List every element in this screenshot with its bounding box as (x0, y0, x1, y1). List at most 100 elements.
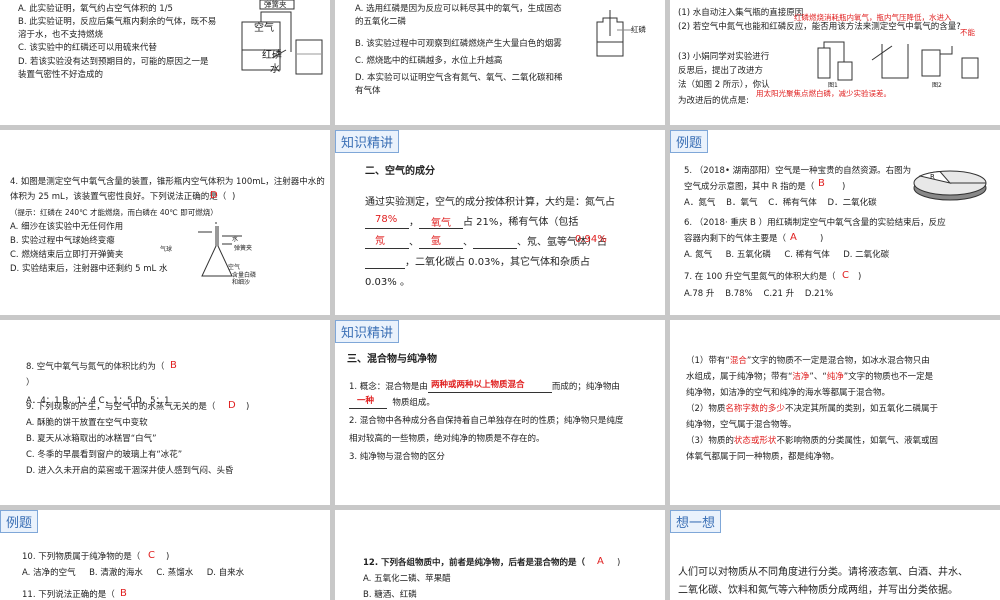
paragraph-line: 、、、氖、氩等气体）占 (365, 236, 607, 249)
slide-11[interactable]: 12. 下列各组物质中，前者是纯净物，后者是混合物的是（ A ) A. 五氧化二… (335, 510, 665, 600)
question-line: 11. 下列说法正确的是（ (22, 590, 115, 600)
paragraph-line: 二氧化碳、饮料和氮气等六种物质分成两组，并写出分类依据。 (678, 585, 958, 596)
fill-answer: 78% (375, 214, 398, 225)
paragraph-line: ，二氧化碳占 0.03%，其它气体和杂质占 (365, 256, 590, 269)
paragraph-line: 水组成，属于纯净物；带有“洁净”、“纯净”文字的物质也不一定是 (686, 372, 934, 382)
section-header: 例题 (670, 130, 709, 153)
answer-letter: D (210, 190, 218, 201)
slide-3[interactable]: (1) 水自动注入集气瓶的直接原因 红磷燃烧消耗瓶内氧气，瓶内气压降低，水进入 … (670, 0, 1000, 125)
question-line: 6. （2018· 重庆 B ）用红磷制定空气中氧气含量的实验结束后，反应 (684, 218, 946, 228)
fill-answer: 两种或两种以上物质混合 (431, 380, 525, 390)
fill-answer: 氩 (431, 236, 441, 247)
answer-letter: D (228, 400, 236, 411)
slide-1[interactable]: A. 此实验证明，氧气约占空气体积的 1/5 B. 此实验证明，反应后集气瓶内剩… (0, 0, 330, 125)
option-text: A. 酥脆的饼干放置在空气中变软 (26, 418, 148, 428)
flask-diagram (182, 222, 272, 284)
paren-close: ) (246, 402, 250, 412)
paren-close: ) (232, 192, 236, 202)
question-line: 12. 下列各组物质中，前者是纯净物，后者是混合物的是（ (363, 558, 586, 568)
option-text: 装置气密性不好造成的 (18, 70, 104, 80)
option-text: D. 若该实验没有达到预期目的，可能的原因之一是 (18, 57, 209, 67)
figure-label: 气球 (160, 246, 173, 253)
paren-close: ） (26, 378, 35, 388)
pie-disc-figure (910, 166, 990, 206)
question-line: 容器内剩下的气体主要是（ (684, 234, 787, 244)
section-header: 知识精讲 (335, 320, 400, 343)
option-row: A. 氮气 B. 五氧化磷 C. 稀有气体 D. 二氧化碳 (684, 250, 890, 260)
answer-letter: C (148, 550, 155, 561)
option-text: C. 该实验中的红磷还可以用硫来代替 (18, 43, 157, 53)
paragraph-line: 2. 混合物中各种成分各自保持着自己单独存在时的性质；纯净物只是纯度 (349, 416, 624, 426)
water-label: 水 (270, 64, 280, 75)
paragraph-line: （2）物质名称字数的多少不决定其所属的类别，如五氧化二磷属于 (686, 404, 938, 414)
option-text: C. 燃烧结束后立即打开弹簧夹 (10, 250, 124, 260)
paragraph-line: ，占 21%，稀有气体（包括 (365, 216, 655, 229)
figure-label: 和细沙 (232, 279, 251, 286)
paren-close: ) (858, 272, 862, 282)
option-text: 有气体 (355, 86, 381, 96)
paragraph-line: 3. 纯净物与混合物的区分 (349, 452, 445, 462)
fill-answer: 氖 (375, 236, 385, 247)
paragraph-line: 相对较高的一些物质，绝对纯净的物质是不存在的。 (349, 434, 545, 444)
slide-12[interactable]: 想一想 人们可以对物质从不同角度进行分类。请将液态氧、白酒、井水、 二氧化碳、饮… (670, 510, 1000, 600)
option-text: A. 选用红磷是因为反应可以耗尽其中的氧气，生成固态 (355, 4, 562, 14)
paragraph-line: 体氧气都属于同一种物质，都是纯净物。 (686, 452, 840, 462)
slide-9[interactable]: （1）带有“混合”文字的物质不一定是混合物，如冰水混合物只由 水组成，属于纯净物… (670, 320, 1000, 505)
fill-answer: 氧气 (431, 218, 451, 229)
option-text: D. 进入久未开启的菜窖或干涸深井使人感到气闷、头昏 (26, 466, 234, 476)
option-text: 溶于水，也不支持燃烧 (18, 30, 104, 40)
slide-7[interactable]: 8. 空气中氧气与氮气的体积比约为（ B ） A．4：1 B．1：4 C．1：5… (0, 320, 330, 505)
fill-answer: 0.94% (575, 234, 607, 245)
question-line: 体积为 25 mL，该装置气密性良好。下列说法正确的是（ (10, 192, 227, 202)
phosphorus-label: 红磷 (631, 25, 646, 34)
answer-3: 用太阳光聚焦点燃白磷，减少实验误差。 (756, 89, 891, 98)
option-text: B. 实验过程中气球始终变瘪 (10, 236, 115, 246)
option-row: A. 洁净的空气 B. 清澈的海水 C. 蒸馏水 D. 自来水 (22, 568, 245, 578)
slide-2[interactable]: A. 选用红磷是因为反应可以耗尽其中的氧气，生成固态 的五氧化二磷 B. 该实验… (335, 0, 665, 125)
question-line: (1) 水自动注入集气瓶的直接原因 (678, 8, 804, 18)
slide-10[interactable]: 例题 10. 下列物质属于纯净物的是（ C ) A. 洁净的空气 B. 清澈的海… (0, 510, 330, 600)
question-line: 9. 下列现象的产生，与空气中的水蒸气无关的是（ (26, 402, 216, 412)
question-line: 空气成分示意图，其中 R 指的是（ (684, 182, 815, 192)
question-line: 5. （2018• 湖南邵阳）空气是一种宝贵的自然资源。右图为 (684, 166, 912, 176)
question-line: (2) 若空气中氮气也能和红磷反应，能否用该方法来测定空气中氧气的含量? (678, 22, 961, 32)
option-text: D. 实验结束后，注射器中还剩约 5 mL 水 (10, 264, 168, 274)
paragraph-line: 通过实验测定，空气的成分按体积计算，大约是：氮气占 (365, 197, 615, 208)
option-text: B. 该实验过程中可观察到红磷燃烧产生大量白色的烟雾 (355, 39, 562, 49)
figure-1-label: 图1 (828, 82, 838, 89)
paragraph-line: （3）物质的状态或形状不影响物质的分类属性，如氧气、液氧或固 (686, 436, 938, 446)
option-text: A. 细沙在该实验中无任何作用 (10, 222, 124, 232)
paren-close: ) (820, 234, 824, 244)
figure-label: 弹簧夹 (234, 245, 253, 252)
paragraph-line: 纯净物，如洁净的空气和纯净的海水等都属于混合物。 (686, 388, 891, 398)
section-header: 知识精讲 (335, 130, 400, 153)
paren-close: ) (842, 182, 846, 192)
slide-5[interactable]: 知识精讲 二、空气的成分 通过实验测定，空气的成分按体积计算，大约是：氮气占 ，… (335, 130, 665, 315)
option-text: B. 此实验证明，反应后集气瓶内剩余的气体，既不易 (18, 17, 217, 27)
clamp-label: 弹簧夹 (264, 0, 287, 9)
answer-2: 不能 (960, 28, 975, 37)
question-line: 8. 空气中氧气与氮气的体积比约为（ (26, 362, 165, 372)
apparatus-figures (812, 40, 992, 88)
option-text: D. 本实验可以证明空气含有氮气、氧气、二氧化碳和稀 (355, 73, 563, 83)
slide-8[interactable]: 知识精讲 三、混合物与纯净物 1. 概念：混合物是由 而成的；纯净物由 两种或两种… (335, 320, 665, 505)
section-title: 二、空气的成分 (365, 166, 435, 177)
question-line: 10. 下列物质属于纯净物的是（ (22, 552, 141, 562)
pie-label: R (930, 173, 935, 181)
option-row: A．氮气 B．氧气 C．稀有气体 D．二氧化碳 (684, 198, 877, 208)
paragraph-line: 人们可以对物质从不同角度进行分类。请将液态氧、白酒、井水、 (678, 567, 968, 578)
answer-letter: B (120, 588, 127, 599)
paragraph-line: 纯净物，空气属于混合物等。 (686, 420, 797, 430)
question-line: 反思后，提出了改进方 (678, 66, 764, 76)
paren-close: ) (166, 552, 170, 562)
option-text: 的五氧化二磷 (355, 17, 407, 27)
fill-answer: 一种 (357, 396, 375, 406)
air-label: 空气 (254, 23, 274, 34)
question-line: (3) 小娟同学对实验进行 (678, 52, 770, 62)
question-line: 为改进后的优点是: (678, 96, 749, 106)
paren-close: ) (617, 558, 621, 568)
slide-4[interactable]: 4. 如图是测定空气中氧气含量的装置，锥形瓶内空气体积为 100mL，注射器中水… (0, 130, 330, 315)
slide-6[interactable]: 例题 5. （2018• 湖南邵阳）空气是一种宝贵的自然资源。右图为 空气成分示… (670, 130, 1000, 315)
option-text: C. 燃烧匙中的红磷越多，水位上升越高 (355, 56, 503, 66)
paragraph-line: （1）带有“混合”文字的物质不一定是混合物，如冰水混合物只由 (686, 356, 930, 366)
